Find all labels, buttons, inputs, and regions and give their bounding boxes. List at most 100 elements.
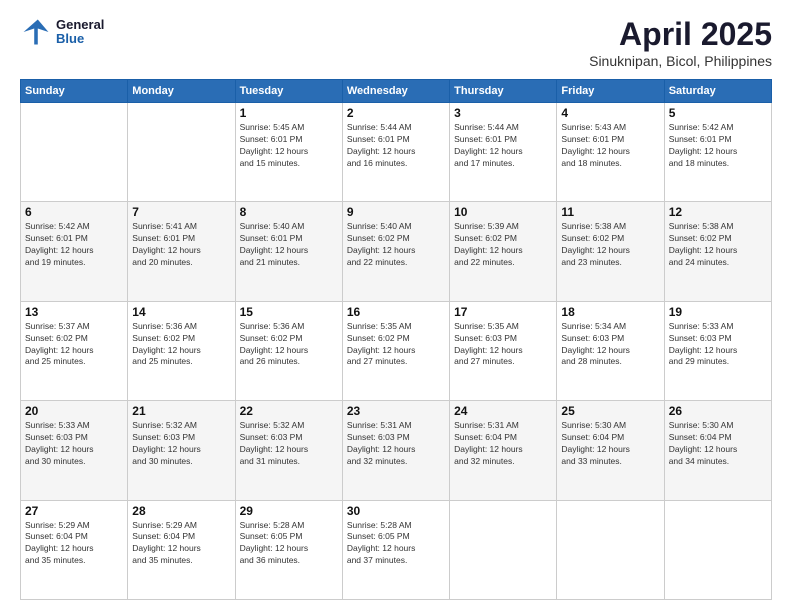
calendar-week-row: 1 Sunrise: 5:45 AM Sunset: 6:01 PM Daylig…	[21, 103, 772, 202]
cell-info: Sunrise: 5:39 AM Sunset: 6:02 PM Dayligh…	[454, 221, 552, 269]
calendar-cell: 17 Sunrise: 5:35 AM Sunset: 6:03 PM Dayli…	[450, 301, 557, 400]
day-number: 29	[240, 504, 338, 518]
page-subtitle: Sinuknipan, Bicol, Philippines	[589, 53, 772, 69]
day-number: 23	[347, 404, 445, 418]
day-number: 28	[132, 504, 230, 518]
day-number: 21	[132, 404, 230, 418]
calendar-week-row: 13Sunrise: 5:37 AM Sunset: 6:02 PM Dayli…	[21, 301, 772, 400]
calendar-cell: 30 Sunrise: 5:28 AM Sunset: 6:05 PM Dayli…	[342, 500, 449, 599]
calendar-cell: 26Sunrise: 5:30 AM Sunset: 6:04 PM Dayli…	[664, 401, 771, 500]
calendar-header-tuesday: Tuesday	[235, 80, 342, 103]
day-number: 17	[454, 305, 552, 319]
calendar-cell: 29 Sunrise: 5:28 AM Sunset: 6:05 PM Dayli…	[235, 500, 342, 599]
day-number: 10	[454, 205, 552, 219]
day-number: 5	[669, 106, 767, 120]
day-number: 4	[561, 106, 659, 120]
day-number: 7	[132, 205, 230, 219]
day-number: 30	[347, 504, 445, 518]
day-number: 18	[561, 305, 659, 319]
day-number: 1	[240, 106, 338, 120]
day-number: 20	[25, 404, 123, 418]
calendar-cell: 21 Sunrise: 5:32 AM Sunset: 6:03 PM Dayli…	[128, 401, 235, 500]
calendar-cell: 13Sunrise: 5:37 AM Sunset: 6:02 PM Dayli…	[21, 301, 128, 400]
calendar-header-saturday: Saturday	[664, 80, 771, 103]
calendar-cell: 27Sunrise: 5:29 AM Sunset: 6:04 PM Dayli…	[21, 500, 128, 599]
calendar-cell	[557, 500, 664, 599]
calendar-cell	[21, 103, 128, 202]
calendar-cell: 4 Sunrise: 5:43 AM Sunset: 6:01 PM Daylig…	[557, 103, 664, 202]
calendar-cell	[450, 500, 557, 599]
cell-info: Sunrise: 5:37 AM Sunset: 6:02 PM Dayligh…	[25, 321, 123, 369]
cell-info: Sunrise: 5:43 AM Sunset: 6:01 PM Dayligh…	[561, 122, 659, 170]
calendar-cell: 25 Sunrise: 5:30 AM Sunset: 6:04 PM Dayli…	[557, 401, 664, 500]
calendar-header-row: SundayMondayTuesdayWednesdayThursdayFrid…	[21, 80, 772, 103]
calendar-week-row: 20 Sunrise: 5:33 AM Sunset: 6:03 PM Dayli…	[21, 401, 772, 500]
cell-info: Sunrise: 5:30 AM Sunset: 6:04 PM Dayligh…	[561, 420, 659, 468]
calendar-cell: 23 Sunrise: 5:31 AM Sunset: 6:03 PM Dayli…	[342, 401, 449, 500]
calendar-cell: 18Sunrise: 5:34 AM Sunset: 6:03 PM Dayli…	[557, 301, 664, 400]
calendar-cell: 28 Sunrise: 5:29 AM Sunset: 6:04 PM Dayli…	[128, 500, 235, 599]
calendar-cell: 6Sunrise: 5:42 AM Sunset: 6:01 PM Daylig…	[21, 202, 128, 301]
day-number: 6	[25, 205, 123, 219]
calendar-cell: 5 Sunrise: 5:42 AM Sunset: 6:01 PM Daylig…	[664, 103, 771, 202]
day-number: 24	[454, 404, 552, 418]
cell-info: Sunrise: 5:41 AM Sunset: 6:01 PM Dayligh…	[132, 221, 230, 269]
logo-icon	[20, 16, 52, 48]
day-number: 9	[347, 205, 445, 219]
header: General Blue April 2025 Sinuknipan, Bico…	[20, 16, 772, 69]
day-number: 2	[347, 106, 445, 120]
calendar-cell: 2 Sunrise: 5:44 AM Sunset: 6:01 PM Daylig…	[342, 103, 449, 202]
cell-info: Sunrise: 5:44 AM Sunset: 6:01 PM Dayligh…	[454, 122, 552, 170]
calendar-cell: 10 Sunrise: 5:39 AM Sunset: 6:02 PM Dayli…	[450, 202, 557, 301]
day-number: 25	[561, 404, 659, 418]
calendar-cell: 8Sunrise: 5:40 AM Sunset: 6:01 PM Daylig…	[235, 202, 342, 301]
logo-text: General Blue	[56, 18, 104, 47]
cell-info: Sunrise: 5:32 AM Sunset: 6:03 PM Dayligh…	[240, 420, 338, 468]
day-number: 22	[240, 404, 338, 418]
calendar-header-thursday: Thursday	[450, 80, 557, 103]
calendar-cell: 19 Sunrise: 5:33 AM Sunset: 6:03 PM Dayli…	[664, 301, 771, 400]
day-number: 16	[347, 305, 445, 319]
cell-info: Sunrise: 5:36 AM Sunset: 6:02 PM Dayligh…	[240, 321, 338, 369]
day-number: 19	[669, 305, 767, 319]
cell-info: Sunrise: 5:42 AM Sunset: 6:01 PM Dayligh…	[669, 122, 767, 170]
logo: General Blue	[20, 16, 104, 48]
cell-info: Sunrise: 5:45 AM Sunset: 6:01 PM Dayligh…	[240, 122, 338, 170]
calendar-cell: 12 Sunrise: 5:38 AM Sunset: 6:02 PM Dayli…	[664, 202, 771, 301]
day-number: 14	[132, 305, 230, 319]
calendar-week-row: 27Sunrise: 5:29 AM Sunset: 6:04 PM Dayli…	[21, 500, 772, 599]
cell-info: Sunrise: 5:28 AM Sunset: 6:05 PM Dayligh…	[347, 520, 445, 568]
page-title: April 2025	[589, 16, 772, 53]
page: General Blue April 2025 Sinuknipan, Bico…	[0, 0, 792, 612]
calendar-cell: 15Sunrise: 5:36 AM Sunset: 6:02 PM Dayli…	[235, 301, 342, 400]
calendar-header-friday: Friday	[557, 80, 664, 103]
cell-info: Sunrise: 5:33 AM Sunset: 6:03 PM Dayligh…	[25, 420, 123, 468]
day-number: 8	[240, 205, 338, 219]
calendar-cell: 22 Sunrise: 5:32 AM Sunset: 6:03 PM Dayli…	[235, 401, 342, 500]
cell-info: Sunrise: 5:31 AM Sunset: 6:03 PM Dayligh…	[347, 420, 445, 468]
day-number: 11	[561, 205, 659, 219]
cell-info: Sunrise: 5:38 AM Sunset: 6:02 PM Dayligh…	[669, 221, 767, 269]
calendar-header-sunday: Sunday	[21, 80, 128, 103]
cell-info: Sunrise: 5:35 AM Sunset: 6:02 PM Dayligh…	[347, 321, 445, 369]
cell-info: Sunrise: 5:44 AM Sunset: 6:01 PM Dayligh…	[347, 122, 445, 170]
logo-line1: General	[56, 18, 104, 32]
calendar-week-row: 6Sunrise: 5:42 AM Sunset: 6:01 PM Daylig…	[21, 202, 772, 301]
day-number: 3	[454, 106, 552, 120]
cell-info: Sunrise: 5:40 AM Sunset: 6:02 PM Dayligh…	[347, 221, 445, 269]
cell-info: Sunrise: 5:35 AM Sunset: 6:03 PM Dayligh…	[454, 321, 552, 369]
calendar-cell: 20 Sunrise: 5:33 AM Sunset: 6:03 PM Dayli…	[21, 401, 128, 500]
day-number: 12	[669, 205, 767, 219]
cell-info: Sunrise: 5:36 AM Sunset: 6:02 PM Dayligh…	[132, 321, 230, 369]
calendar-cell: 24 Sunrise: 5:31 AM Sunset: 6:04 PM Dayli…	[450, 401, 557, 500]
logo-line2: Blue	[56, 32, 104, 46]
cell-info: Sunrise: 5:32 AM Sunset: 6:03 PM Dayligh…	[132, 420, 230, 468]
cell-info: Sunrise: 5:29 AM Sunset: 6:04 PM Dayligh…	[25, 520, 123, 568]
calendar-cell	[128, 103, 235, 202]
cell-info: Sunrise: 5:30 AM Sunset: 6:04 PM Dayligh…	[669, 420, 767, 468]
cell-info: Sunrise: 5:29 AM Sunset: 6:04 PM Dayligh…	[132, 520, 230, 568]
cell-info: Sunrise: 5:28 AM Sunset: 6:05 PM Dayligh…	[240, 520, 338, 568]
cell-info: Sunrise: 5:31 AM Sunset: 6:04 PM Dayligh…	[454, 420, 552, 468]
cell-info: Sunrise: 5:33 AM Sunset: 6:03 PM Dayligh…	[669, 321, 767, 369]
calendar-table: SundayMondayTuesdayWednesdayThursdayFrid…	[20, 79, 772, 600]
